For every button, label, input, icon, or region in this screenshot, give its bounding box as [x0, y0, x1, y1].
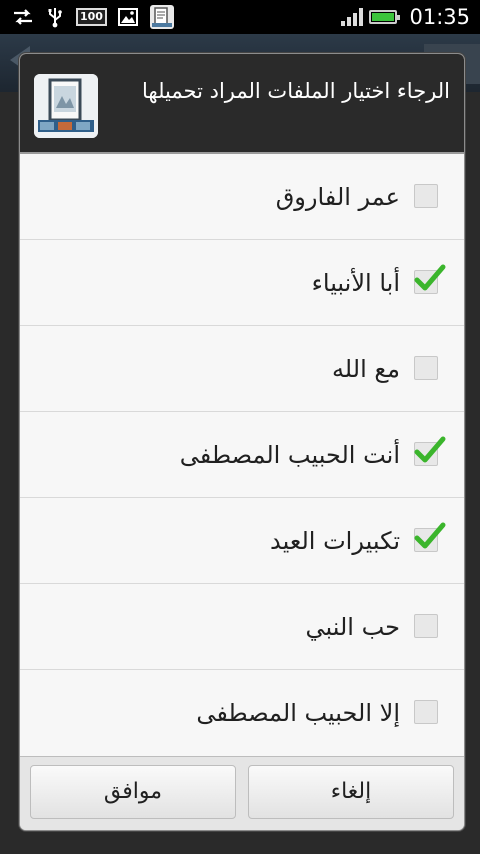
- list-item[interactable]: أبا الأنبياء: [20, 240, 464, 326]
- list-item[interactable]: أنت الحبيب المصطفى: [20, 412, 464, 498]
- list-item-label: إلا الحبيب المصطفى: [196, 699, 400, 727]
- list-item-label: تكبيرات العيد: [270, 527, 400, 555]
- image-icon: [117, 7, 139, 27]
- battery-icon: [369, 10, 401, 24]
- checkbox[interactable]: [414, 700, 438, 724]
- usb-icon: [44, 7, 66, 28]
- checkmark-icon: [414, 264, 446, 291]
- checkbox[interactable]: [414, 614, 438, 638]
- list-item-label: حب النبي: [305, 613, 401, 641]
- dialog-header: الرجاء اختيار الملفات المراد تحميلها: [20, 54, 464, 154]
- signal-icon: [341, 8, 364, 26]
- checkbox[interactable]: [414, 436, 446, 466]
- checkbox[interactable]: [414, 264, 446, 294]
- dialog-title: الرجاء اختيار الملفات المراد تحميلها: [142, 79, 450, 103]
- status-bar: 100 01:35: [0, 0, 480, 34]
- list-item-label: أنت الحبيب المصطفى: [179, 441, 400, 469]
- ok-button[interactable]: موافق: [30, 765, 236, 819]
- file-list: عمر الفاروق أبا الأنبياء مع الله أنت الح…: [20, 154, 464, 756]
- file-selection-dialog: الرجاء اختيار الملفات المراد تحميلها عمر…: [20, 54, 464, 830]
- list-item[interactable]: تكبيرات العيد: [20, 498, 464, 584]
- list-item-label: أبا الأنبياء: [311, 269, 400, 297]
- cancel-button[interactable]: إلغاء: [248, 765, 454, 819]
- battery-percent-badge: 100: [76, 8, 107, 26]
- clock: 01:35: [409, 5, 470, 29]
- checkbox[interactable]: [414, 522, 446, 552]
- checkbox[interactable]: [414, 356, 438, 380]
- checkmark-icon: [414, 522, 446, 549]
- checkmark-icon: [414, 436, 446, 463]
- list-item[interactable]: إلا الحبيب المصطفى: [20, 670, 464, 756]
- dialog-footer: موافق إلغاء: [20, 756, 464, 830]
- checkbox[interactable]: [414, 184, 438, 208]
- list-item[interactable]: عمر الفاروق: [20, 154, 464, 240]
- list-item[interactable]: مع الله: [20, 326, 464, 412]
- sync-icon: [12, 7, 34, 27]
- book-icon: [149, 4, 175, 30]
- app-icon: [34, 74, 98, 138]
- list-item-label: عمر الفاروق: [275, 183, 400, 211]
- list-item[interactable]: حب النبي: [20, 584, 464, 670]
- list-item-label: مع الله: [331, 355, 400, 383]
